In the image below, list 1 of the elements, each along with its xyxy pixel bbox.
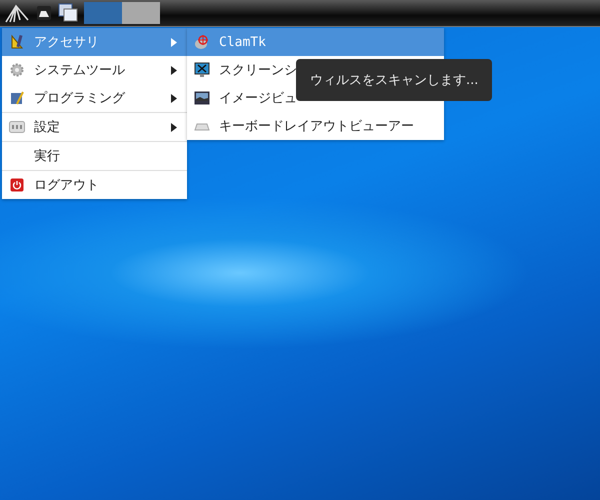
- tooltip: ウィルスをスキャンします...: [296, 59, 492, 101]
